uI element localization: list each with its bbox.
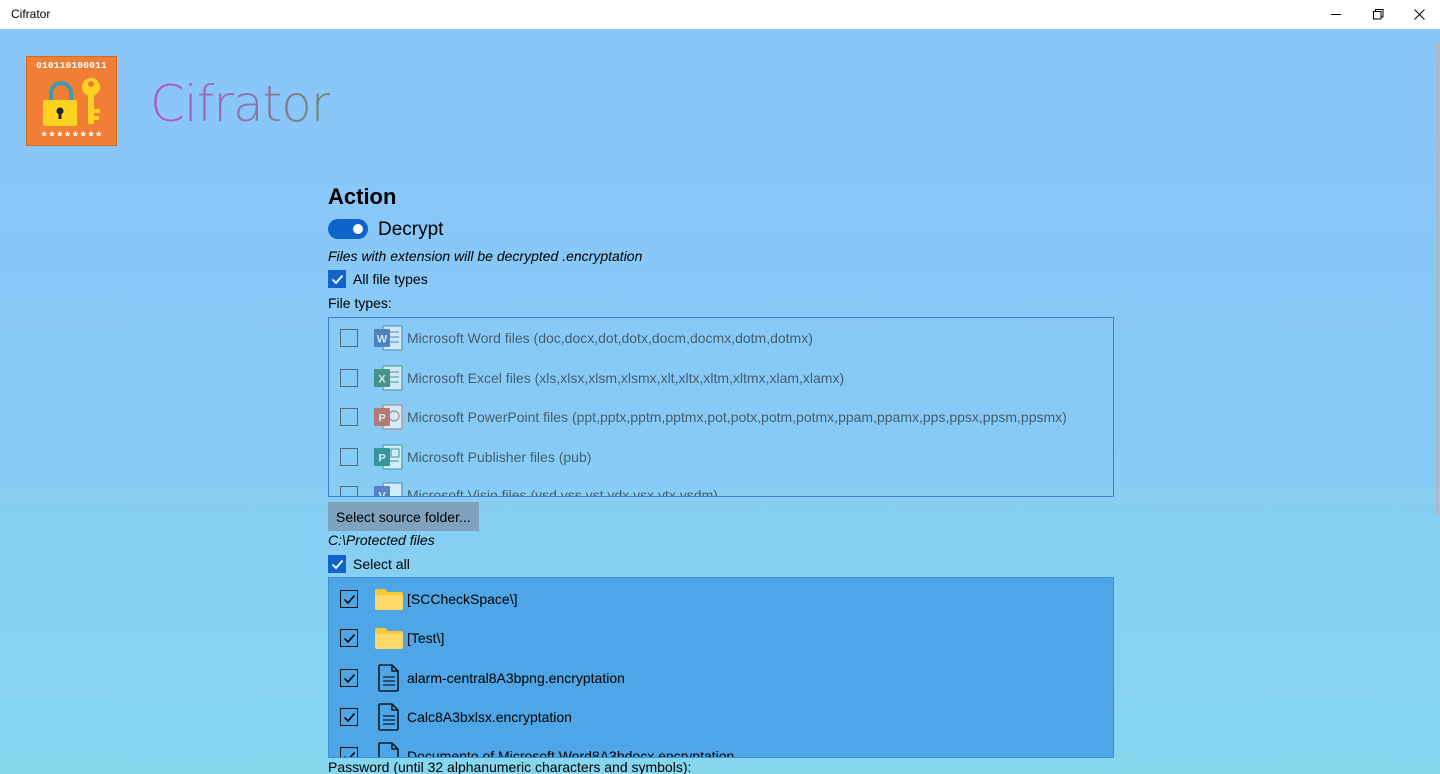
close-icon: [1413, 9, 1425, 20]
file-type-item-publisher[interactable]: P Microsoft Publisher files (pub): [329, 437, 1113, 477]
file-types-list[interactable]: W Microsoft Word files (doc,docx,dot,dot…: [328, 317, 1114, 497]
app-title: Cifrator: [150, 75, 331, 133]
minimize-icon: [1330, 14, 1341, 15]
file-type-checkbox[interactable]: [340, 448, 358, 466]
document-icon: [373, 702, 405, 732]
file-type-label: Microsoft PowerPoint files (ppt,pptx,ppt…: [407, 409, 1067, 425]
all-file-types-checkbox-row[interactable]: All file types: [328, 270, 428, 288]
document-icon: [373, 741, 405, 757]
action-hint: Files with extension will be decrypted .…: [328, 248, 643, 264]
restore-button[interactable]: [1355, 0, 1401, 29]
checkmark-icon: [343, 751, 355, 757]
list-item[interactable]: [SCCheckSpace\]: [329, 579, 1113, 619]
decrypt-toggle-label: Decrypt: [378, 219, 444, 240]
file-type-checkbox[interactable]: [340, 486, 358, 496]
list-item[interactable]: Documento of Microsoft Word8A3bdocx.encr…: [329, 736, 1113, 758]
logo-binary-text: 010110100011: [36, 60, 107, 71]
file-checkbox[interactable]: [340, 669, 358, 687]
decrypt-toggle[interactable]: [328, 219, 368, 239]
select-all-checkbox-row[interactable]: Select all: [328, 555, 410, 573]
action-heading: Action: [328, 184, 397, 209]
svg-text:V: V: [378, 491, 386, 498]
file-type-label: Microsoft Visio files (vsd,vss,vst,vdx,v…: [407, 487, 718, 497]
checkmark-icon: [343, 712, 355, 722]
file-type-item-powerpoint[interactable]: P Microsoft PowerPoint files (ppt,pptx,p…: [329, 397, 1113, 437]
file-checkbox[interactable]: [340, 708, 358, 726]
svg-text:P: P: [378, 413, 385, 425]
file-label: [Test\]: [407, 630, 445, 646]
window-title: Cifrator: [11, 7, 51, 21]
checkmark-icon: [331, 559, 343, 569]
powerpoint-icon: P: [373, 403, 403, 431]
all-file-types-label: All file types: [353, 271, 428, 287]
file-type-checkbox[interactable]: [340, 369, 358, 387]
title-bar: Cifrator: [0, 0, 1440, 29]
folder-icon: [373, 584, 405, 614]
file-type-label: Microsoft Excel files (xls,xlsx,xlsm,xls…: [407, 370, 845, 386]
checkmark-icon: [331, 274, 343, 284]
select-all-label: Select all: [353, 556, 410, 572]
file-type-item-excel[interactable]: X Microsoft Excel files (xls,xlsx,xlsm,x…: [329, 358, 1113, 398]
app-logo: 010110100011 ********: [26, 56, 117, 146]
file-type-item-visio[interactable]: V Microsoft Visio files (vsd,vss,vst,vdx…: [329, 475, 1113, 498]
svg-text:W: W: [377, 334, 388, 346]
toggle-knob: [353, 224, 363, 234]
file-type-item-word[interactable]: W Microsoft Word files (doc,docx,dot,dot…: [329, 318, 1113, 358]
checkmark-icon: [343, 673, 355, 683]
file-checkbox[interactable]: [340, 629, 358, 647]
file-type-checkbox[interactable]: [340, 408, 358, 426]
files-list[interactable]: [SCCheckSpace\] [Test\] alarm-central8A3: [328, 577, 1114, 758]
logo-stars-text: ********: [40, 130, 103, 145]
publisher-icon: P: [373, 443, 403, 471]
word-icon: W: [373, 324, 403, 352]
file-label: Documento of Microsoft Word8A3bdocx.encr…: [407, 748, 735, 758]
list-item[interactable]: Calc8A3bxlsx.encryptation: [329, 697, 1113, 737]
svg-text:X: X: [378, 374, 386, 386]
file-checkbox[interactable]: [340, 590, 358, 608]
select-source-folder-button[interactable]: Select source folder...: [328, 502, 479, 531]
select-all-checkbox[interactable]: [328, 555, 346, 573]
list-item[interactable]: alarm-central8A3bpng.encryptation: [329, 658, 1113, 698]
vertical-scrollbar[interactable]: [1436, 41, 1439, 515]
restore-icon: [1372, 9, 1383, 20]
file-label: alarm-central8A3bpng.encryptation: [407, 670, 625, 686]
file-type-label: Microsoft Publisher files (pub): [407, 449, 592, 465]
excel-icon: X: [373, 364, 403, 392]
source-folder-path: C:\Protected files: [328, 532, 435, 548]
list-item[interactable]: [Test\]: [329, 618, 1113, 658]
file-label: [SCCheckSpace\]: [407, 591, 518, 607]
all-file-types-checkbox[interactable]: [328, 270, 346, 288]
file-type-checkbox[interactable]: [340, 329, 358, 347]
file-type-label: Microsoft Word files (doc,docx,dot,dotx,…: [407, 330, 813, 346]
minimize-button[interactable]: [1313, 0, 1359, 29]
file-label: Calc8A3bxlsx.encryptation: [407, 709, 572, 725]
checkmark-icon: [343, 594, 355, 604]
file-checkbox[interactable]: [340, 747, 358, 757]
close-button[interactable]: [1396, 0, 1440, 29]
app-client-area: 010110100011 ******** Cifrator Action De…: [0, 29, 1440, 774]
file-types-label: File types:: [328, 295, 392, 311]
lock-key-icon: [43, 78, 100, 126]
svg-text:P: P: [378, 453, 385, 465]
password-label: Password (until 32 alphanumeric characte…: [328, 759, 692, 774]
checkmark-icon: [343, 633, 355, 643]
visio-icon: V: [373, 481, 403, 498]
document-icon: [373, 663, 405, 693]
folder-icon: [373, 623, 405, 653]
